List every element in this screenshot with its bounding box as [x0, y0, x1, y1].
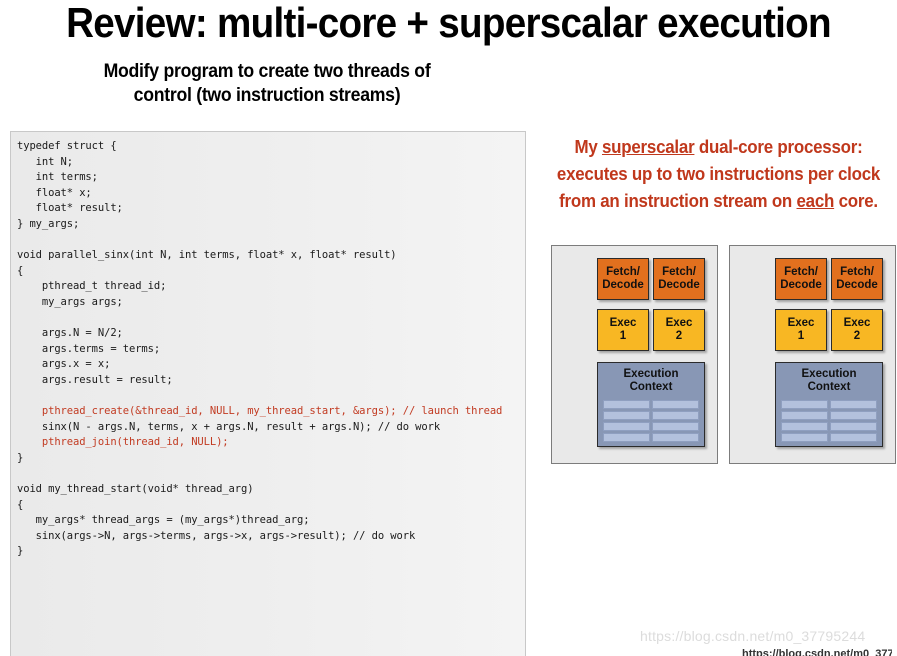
slide-subtitle: Modify program to create two threads of …: [39, 60, 495, 108]
code-line: {: [17, 498, 24, 511]
fetch-decode-label-line2: Decode: [780, 279, 822, 291]
caption-run: dual-core processor:: [694, 137, 863, 157]
fetch-decode-label-line1: Fetch/: [840, 265, 874, 278]
code-line: pthread_join(thread_id, NULL);: [17, 436, 229, 449]
code-line: float* x;: [17, 186, 92, 199]
code-line: void my_thread_start(void* thread_arg): [17, 483, 254, 496]
code-line: }: [17, 451, 24, 464]
caption-run: core.: [834, 191, 879, 211]
caption-run: executes up to two instructions per cloc…: [556, 164, 881, 184]
execution-context-block: Execution Context: [597, 362, 705, 447]
context-slot: [781, 410, 829, 421]
execution-context-label-line1: Execution: [801, 368, 857, 380]
code-line: args.x = x;: [17, 358, 111, 371]
code-line: float* result;: [17, 202, 123, 215]
fetch-decode-unit-2: Fetch/ Decode: [831, 258, 883, 300]
context-slot: [829, 410, 877, 421]
code-line: typedef struct {: [17, 140, 117, 152]
code-line: args.terms = terms;: [17, 342, 161, 355]
caption-line: executes up to two instructions per cloc…: [551, 161, 887, 188]
fetch-decode-unit-1: Fetch/ Decode: [597, 258, 649, 300]
exec-unit-2: Exec 2: [653, 309, 705, 351]
context-slot: [603, 421, 651, 432]
code-line: my_args args;: [17, 295, 123, 308]
exec-label-line1: Exec: [843, 316, 871, 329]
context-slot: [651, 421, 699, 432]
code-line: }: [17, 545, 24, 558]
code-line: void parallel_sinx(int N, int terms, flo…: [17, 249, 397, 262]
caption-line: from an instruction stream on each core.: [551, 188, 887, 215]
code-line: int N;: [17, 155, 73, 168]
code-panel: typedef struct { int N; int terms; float…: [10, 131, 526, 656]
context-slot: [603, 410, 651, 421]
execution-context-block: Execution Context: [775, 362, 883, 447]
exec-label-line1: Exec: [609, 316, 637, 329]
exec-unit-1: Exec 1: [597, 309, 649, 351]
code-line: int terms;: [17, 171, 98, 184]
execution-context-label: Execution Context: [598, 368, 704, 394]
execution-context-label-line1: Execution: [623, 368, 679, 380]
context-slot: [651, 410, 699, 421]
exec-unit-2: Exec 2: [831, 309, 883, 351]
code-line: my_args* thread_args = (my_args*)thread_…: [17, 514, 310, 527]
context-slot: [829, 432, 877, 442]
context-slot: [651, 400, 699, 410]
context-slot: [781, 432, 829, 442]
fetch-decode-label-line1: Fetch/: [662, 265, 696, 278]
code-line: } my_args;: [17, 217, 80, 230]
processor-diagram: Fetch/ Decode Fetch/ Decode Exec 1 Exec …: [551, 245, 896, 466]
exec-label-line1: Exec: [787, 316, 815, 329]
fetch-decode-label-line2: Decode: [658, 279, 700, 291]
code-line: pthread_create(&thread_id, NULL, my_thre…: [17, 405, 503, 418]
fetch-decode-unit-2: Fetch/ Decode: [653, 258, 705, 300]
code-line: args.result = result;: [17, 373, 173, 386]
fetch-decode-label-line2: Decode: [836, 279, 878, 291]
subtitle-line-2: control (two instruction streams): [133, 85, 401, 106]
execution-context-label-line2: Context: [807, 381, 851, 393]
fetch-decode-label-line1: Fetch/: [784, 265, 818, 278]
fetch-decode-unit-1: Fetch/ Decode: [775, 258, 827, 300]
exec-label-line2: 2: [675, 330, 683, 342]
page-title: Review: multi-core + superscalar executi…: [66, 0, 831, 46]
caption-emphasis: each: [796, 191, 835, 211]
context-slot: [781, 400, 829, 410]
fetch-decode-label-line1: Fetch/: [606, 265, 640, 278]
exec-label-line2: 1: [619, 330, 627, 342]
code-line: sinx(N - args.N, terms, x + args.N, resu…: [17, 420, 441, 433]
context-slot: [651, 432, 699, 442]
exec-label-line1: Exec: [665, 316, 693, 329]
core-box-2: Fetch/ Decode Fetch/ Decode Exec 1 Exec …: [729, 245, 896, 464]
exec-label-line2: 1: [797, 330, 805, 342]
code-line: {: [17, 264, 24, 277]
code-line: pthread_t thread_id;: [17, 280, 167, 293]
execution-context-grid: [781, 400, 877, 442]
watermark-text: https://blog.csdn.net/m0_37795244: [640, 628, 866, 644]
execution-context-label-line2: Context: [629, 381, 673, 393]
footer-clipped-text: https://blog.csdn.net/m0_37795244: [742, 648, 892, 656]
code-listing: typedef struct { int N; int terms; float…: [11, 132, 525, 560]
processor-caption: My superscalar dual-core processor: execu…: [551, 134, 887, 215]
execution-context-label: Execution Context: [776, 368, 882, 394]
core-box-1: Fetch/ Decode Fetch/ Decode Exec 1 Exec …: [551, 245, 718, 464]
caption-emphasis: superscalar: [601, 137, 695, 157]
code-line: args.N = N/2;: [17, 327, 123, 340]
subtitle-line-1: Modify program to create two threads of: [103, 61, 431, 82]
execution-context-grid: [603, 400, 699, 442]
exec-unit-1: Exec 1: [775, 309, 827, 351]
caption-run: My: [574, 137, 602, 157]
caption-run: from an instruction stream on: [559, 191, 797, 211]
fetch-decode-label-line2: Decode: [602, 279, 644, 291]
context-slot: [781, 421, 829, 432]
context-slot: [829, 421, 877, 432]
code-line: sinx(args->N, args->terms, args->x, args…: [17, 529, 416, 542]
context-slot: [829, 400, 877, 410]
caption-line: My superscalar dual-core processor:: [551, 134, 887, 161]
context-slot: [603, 400, 651, 410]
context-slot: [603, 432, 651, 442]
exec-label-line2: 2: [853, 330, 861, 342]
